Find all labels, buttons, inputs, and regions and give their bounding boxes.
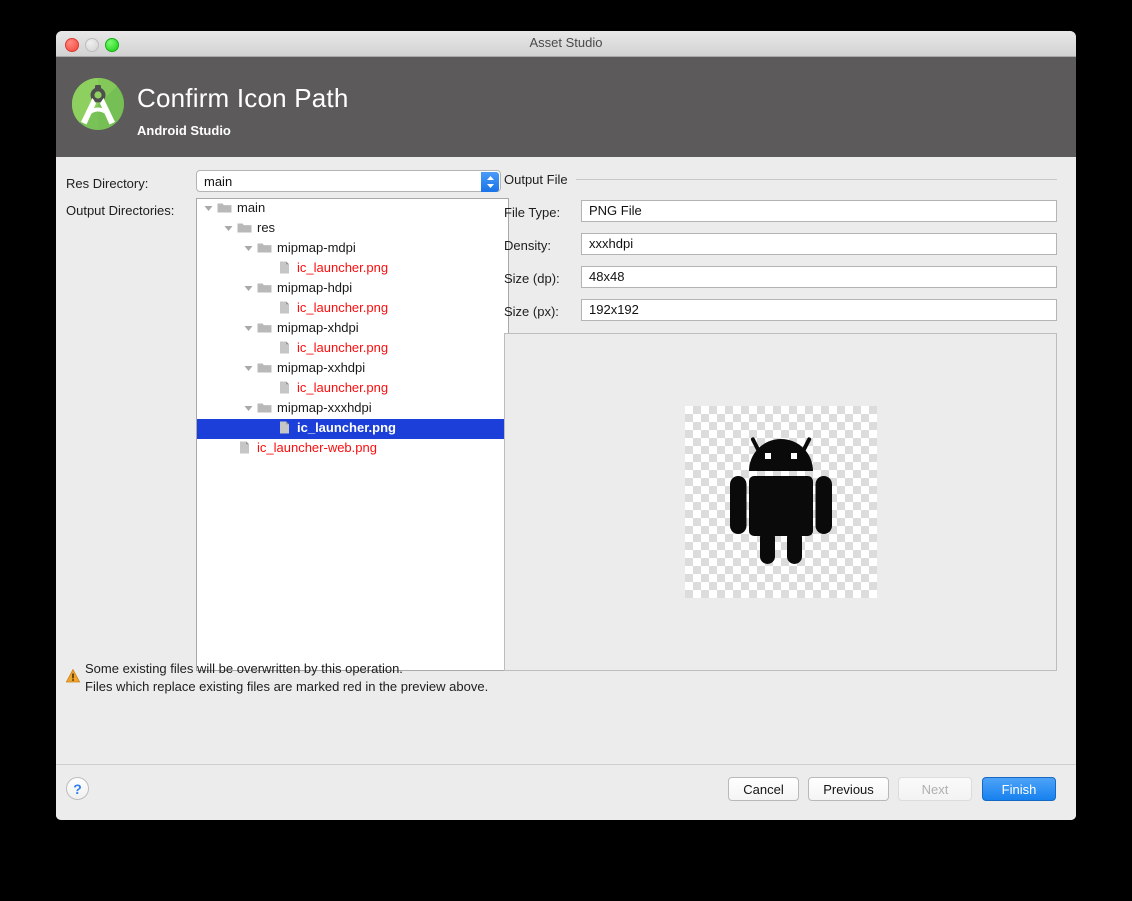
folder-icon — [217, 201, 232, 214]
window-titlebar: Asset Studio — [56, 31, 1076, 57]
size-dp-label: Size (dp): — [504, 271, 560, 286]
file-icon — [237, 441, 252, 454]
tree-row[interactable]: mipmap-mdpi — [197, 239, 508, 259]
tree-row-label: mipmap-xxhdpi — [277, 360, 366, 376]
asset-studio-window: Asset Studio Confirm Icon Path Android S… — [56, 31, 1076, 820]
tree-twisty-spacer — [223, 443, 234, 453]
tree-row-label: mipmap-mdpi — [277, 240, 356, 256]
tree-row[interactable]: ic_launcher.png — [197, 259, 508, 279]
page-subtitle: Android Studio — [137, 123, 231, 138]
res-directory-label: Res Directory: — [66, 176, 149, 191]
stepper-arrows-icon[interactable] — [481, 172, 499, 192]
chevron-down-icon[interactable] — [243, 403, 254, 413]
tree-row[interactable]: mipmap-xxxhdpi — [197, 399, 508, 419]
chevron-down-icon[interactable] — [223, 223, 234, 233]
finish-button[interactable]: Finish — [982, 777, 1056, 801]
density-label: Density: — [504, 238, 551, 253]
file-icon — [277, 421, 292, 434]
res-directory-value: main — [204, 174, 233, 189]
chevron-down-icon[interactable] — [243, 243, 254, 253]
warning-triangle-icon — [65, 668, 81, 683]
tree-twisty-spacer — [263, 343, 274, 353]
output-directories-tree[interactable]: main res mipmap-mdpi ic_launcher.png mipmap-… — [196, 198, 509, 671]
tree-row-label: ic_launcher.png — [297, 300, 389, 316]
folder-icon — [237, 221, 252, 234]
size-px-field[interactable]: 192x192 — [581, 299, 1057, 321]
android-studio-logo-icon — [70, 76, 126, 132]
tree-row-label: ic_launcher.png — [297, 420, 396, 436]
tree-row[interactable]: ic_launcher.png — [197, 419, 508, 439]
page-title: Confirm Icon Path — [137, 83, 349, 113]
folder-icon — [257, 281, 272, 294]
tree-row[interactable]: ic_launcher.png — [197, 299, 508, 319]
tree-row[interactable]: mipmap-xxhdpi — [197, 359, 508, 379]
tree-row[interactable]: main — [197, 199, 508, 219]
chevron-down-icon[interactable] — [203, 203, 214, 213]
tree-row[interactable]: ic_launcher.png — [197, 339, 508, 359]
tree-row-label: mipmap-xxxhdpi — [277, 400, 372, 416]
folder-icon — [257, 401, 272, 414]
file-icon — [277, 341, 292, 354]
folder-icon — [257, 241, 272, 254]
icon-preview-panel — [504, 333, 1057, 671]
tree-row-label: mipmap-hdpi — [277, 280, 353, 296]
file-type-label: File Type: — [504, 205, 561, 220]
tree-row-label: ic_launcher.png — [297, 340, 389, 356]
chevron-down-icon[interactable] — [243, 363, 254, 373]
tree-row-label: ic_launcher-web.png — [257, 440, 377, 456]
previous-button[interactable]: Previous — [808, 777, 889, 801]
chevron-down-icon[interactable] — [243, 323, 254, 333]
folder-icon — [257, 361, 272, 374]
window-title: Asset Studio — [529, 35, 603, 50]
tree-row[interactable]: ic_launcher.png — [197, 379, 508, 399]
output-file-legend: Output File — [504, 172, 568, 187]
tree-row-label: mipmap-xhdpi — [277, 320, 359, 336]
warning-text-line-2: Files which replace existing files are m… — [85, 679, 489, 694]
cancel-button[interactable]: Cancel — [728, 777, 799, 801]
tree-row[interactable]: mipmap-hdpi — [197, 279, 508, 299]
help-button[interactable]: ? — [66, 777, 89, 800]
res-directory-select[interactable]: main — [196, 170, 501, 192]
tree-twisty-spacer — [263, 423, 274, 433]
tree-twisty-spacer — [263, 303, 274, 313]
tree-row-label: res — [257, 220, 276, 236]
density-field[interactable]: xxxhdpi — [581, 233, 1057, 255]
file-icon — [277, 261, 292, 274]
next-button: Next — [898, 777, 972, 801]
tree-row-label: ic_launcher.png — [297, 380, 389, 396]
folder-icon — [257, 321, 272, 334]
file-type-field[interactable]: PNG File — [581, 200, 1057, 222]
dialog-body: Res Directory: main Output Directories: … — [56, 157, 1076, 764]
output-directories-label: Output Directories: — [66, 203, 175, 218]
tree-row-label: main — [237, 200, 266, 216]
warning-text-line-1: Some existing files will be overwritten … — [85, 661, 403, 676]
output-file-divider — [576, 179, 1057, 180]
tree-row[interactable]: res — [197, 219, 508, 239]
tree-row[interactable]: ic_launcher-web.png — [197, 439, 508, 459]
dialog-header: Confirm Icon Path Android Studio — [56, 57, 1076, 157]
file-icon — [277, 381, 292, 394]
transparency-checkerboard — [684, 406, 877, 598]
size-px-label: Size (px): — [504, 304, 559, 319]
size-dp-field[interactable]: 48x48 — [581, 266, 1057, 288]
android-robot-icon — [729, 437, 832, 564]
dialog-footer: ? Cancel Previous Next Finish — [56, 764, 1076, 820]
file-icon — [277, 301, 292, 314]
tree-twisty-spacer — [263, 383, 274, 393]
tree-row[interactable]: mipmap-xhdpi — [197, 319, 508, 339]
chevron-down-icon[interactable] — [243, 283, 254, 293]
tree-twisty-spacer — [263, 263, 274, 273]
tree-row-label: ic_launcher.png — [297, 260, 389, 276]
